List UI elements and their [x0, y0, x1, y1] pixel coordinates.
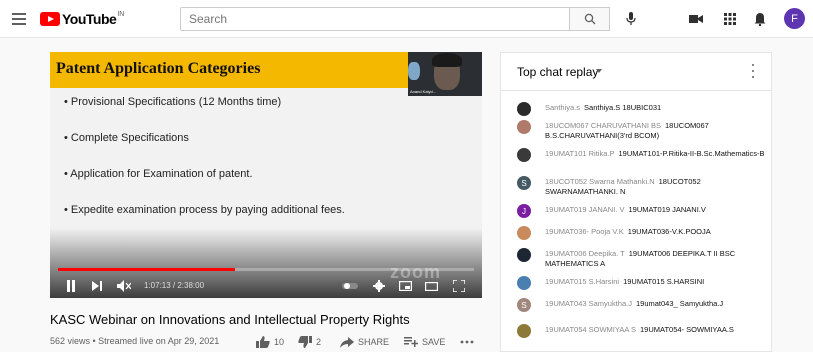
search-button[interactable] [570, 7, 610, 31]
chat-text: 19UMAT019 JANANI.V [628, 205, 706, 214]
slide-bullet: • Provisional Specifications (12 Months … [64, 96, 282, 108]
chat-avatar [517, 324, 531, 338]
autoplay-toggle-icon[interactable] [342, 278, 358, 294]
slide-bullet: • Expedite examination process by paying… [64, 204, 345, 216]
more-vert-icon[interactable] [751, 64, 755, 78]
share-arrow-icon [340, 336, 354, 348]
chat-author: 19UMAT043 Samyuktha.J [545, 299, 632, 308]
chat-author: 19UMAT015 S.Harsini [545, 277, 620, 286]
chat-author: 19UMAT054 SOWMIYAA S [545, 325, 636, 334]
chat-author: 19UMAT036- Pooja V.K [545, 227, 624, 236]
save-button[interactable]: SAVE [404, 334, 445, 350]
youtube-play-icon [40, 12, 60, 26]
share-button[interactable]: SHARE [340, 334, 389, 350]
player-controls: 1:07:13 / 2:38:00 [50, 276, 482, 296]
next-icon[interactable] [90, 278, 104, 294]
create-video-icon[interactable] [688, 11, 704, 27]
chat-message-text: 19UMAT043 Samyuktha.J 19umat043_ Samyukth… [545, 299, 767, 309]
dislike-button[interactable]: 2 [298, 334, 321, 350]
slide-title: Patent Application Categories [56, 60, 261, 77]
fullscreen-icon[interactable] [452, 278, 466, 294]
chat-avatar [517, 226, 531, 240]
pause-icon[interactable] [64, 278, 78, 294]
mute-icon[interactable] [116, 278, 132, 294]
chat-message-text: 18UCOT052 Swarna Mathanki.N 18UCOT052 SWA… [545, 177, 767, 197]
youtube-watch-page: YouTube IN F Patent Application Categori… [0, 0, 813, 352]
chat-avatar [517, 276, 531, 290]
dislike-count: 2 [316, 337, 322, 347]
chat-messages[interactable]: Santhiya.s Santhiya.S 18UBIC031 18UCOM067… [501, 92, 771, 351]
chat-avatar [517, 248, 531, 262]
chat-avatar: S [517, 176, 531, 190]
slide-bullet: • Complete Specifications [64, 132, 189, 144]
theater-mode-icon[interactable] [424, 278, 438, 294]
save-label: SAVE [422, 337, 446, 347]
chat-text: 19UMAT015 S.HARSINI [623, 277, 705, 286]
microphone-icon[interactable] [623, 11, 639, 27]
miniplayer-icon[interactable] [398, 278, 412, 294]
apps-grid-icon[interactable] [722, 11, 738, 27]
chat-author: 19UMAT006 Deepika. T [545, 249, 625, 258]
thumbs-down-icon [298, 336, 312, 348]
video-meta: 562 views • Streamed live on Apr 29, 202… [50, 336, 220, 346]
settings-gear-icon[interactable] [372, 278, 386, 294]
account-avatar[interactable]: F [784, 8, 805, 29]
chat-message-text: 19UMAT054 SOWMIYAA S 19UMAT054- SOWMIYAA.… [545, 325, 767, 335]
chat-message-text: 19UMAT101 Ritika.P 19UMAT101-P.Ritika-II-… [545, 149, 767, 159]
chat-message-text: 19UMAT006 Deepika. T 19UMAT006 DEEPIKA.T … [545, 249, 767, 269]
chat-text: 19UMAT101-P.Ritika-II-B.Sc.Mathematics-B [618, 149, 765, 158]
logo-country-code: IN [117, 11, 125, 18]
chat-header: Top chat replay [501, 53, 771, 91]
chat-author: Santhiya.s [545, 103, 581, 112]
youtube-logo[interactable]: YouTube IN [40, 11, 124, 27]
share-label: SHARE [358, 337, 390, 347]
more-actions-icon[interactable] [460, 334, 478, 350]
presenter-webcam: Anand Kalyd... [408, 52, 482, 96]
add-to-playlist-icon [404, 337, 418, 347]
chat-message-text: Santhiya.s Santhiya.S 18UBIC031 [545, 103, 767, 113]
hamburger-menu-icon[interactable] [12, 10, 26, 28]
progress-bar[interactable] [58, 268, 474, 271]
chat-avatar [517, 120, 531, 134]
chat-text: 19umat043_ Samyuktha.J [635, 299, 724, 308]
chat-message-text: 19UMAT015 S.Harsini 19UMAT015 S.HARSINI [545, 277, 767, 287]
chat-author: 18UCOT052 Swarna Mathanki.N [545, 177, 655, 186]
live-chat-replay: Top chat replay Santhiya.s Santhiya.S 18U… [500, 52, 772, 352]
chat-text: 19UMAT054- SOWMIYAA.S [640, 325, 734, 334]
chat-avatar [517, 148, 531, 162]
chevron-down-icon[interactable] [596, 69, 602, 73]
search-input[interactable] [189, 12, 569, 26]
like-button[interactable]: 10 [256, 334, 284, 350]
chat-author: 19UMAT101 Ritika.P [545, 149, 615, 158]
thumbs-up-icon [256, 336, 270, 348]
chat-message-text: 18UCOM067 CHARUVATHANI BS 18UCOM067 B.S.C… [545, 121, 767, 141]
search-box[interactable] [180, 7, 570, 31]
webcam-name-label: Anand Kalyd... [410, 89, 437, 94]
notifications-bell-icon[interactable] [752, 11, 768, 27]
chat-avatar [517, 102, 531, 116]
logo-text: YouTube [62, 11, 117, 27]
chat-mode-selector[interactable]: Top chat replay [517, 65, 598, 79]
search-icon [584, 13, 595, 25]
chat-author: 19UMAT019 JANANI. V [545, 205, 625, 214]
video-player[interactable]: Patent Application Categories Anand Kaly… [50, 52, 482, 298]
chat-avatar: S [517, 298, 531, 312]
chat-message-text: 19UMAT036- Pooja V.K 19UMAT036-V.K.POOJA [545, 227, 767, 237]
chat-text: Santhiya.S 18UBIC031 [584, 103, 662, 112]
like-count: 10 [274, 337, 285, 347]
top-bar: YouTube IN F [0, 0, 813, 38]
chat-message-text: 19UMAT019 JANANI. V 19UMAT019 JANANI.V [545, 205, 767, 215]
video-title: KASC Webinar on Innovations and Intellec… [50, 312, 410, 327]
time-display: 1:07:13 / 2:38:00 [144, 281, 205, 290]
chat-avatar: J [517, 204, 531, 218]
progress-bar-played [58, 268, 235, 271]
chat-text: 19UMAT036-V.K.POOJA [627, 227, 711, 236]
slide-bullet: • Application for Examination of patent. [64, 168, 253, 180]
chat-author: 18UCOM067 CHARUVATHANI BS [545, 121, 662, 130]
